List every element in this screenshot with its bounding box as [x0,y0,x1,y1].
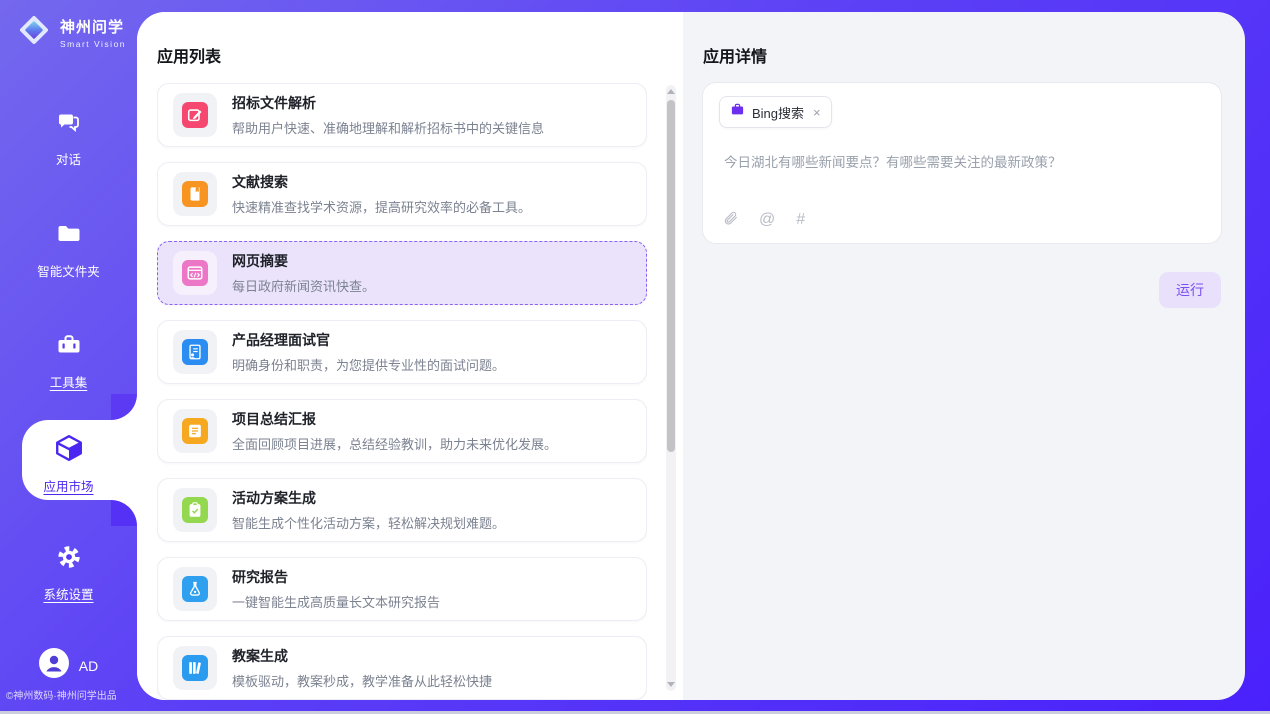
sidebar-item-label: 对话 [56,149,81,168]
app-icon-wrap [173,567,217,611]
app-icon-wrap [173,488,217,532]
tool-chip-bing-search[interactable]: Bing搜索 × [719,96,832,128]
app-icon-wrap [173,330,217,374]
main-content: 应用列表 招标文件解析 帮助用户快速、准确地理解和解析招标书中的关键信息 [137,12,1245,700]
app-title: 网页摘要 [232,251,375,271]
app-list-panel: 应用列表 招标文件解析 帮助用户快速、准确地理解和解析招标书中的关键信息 [137,12,683,700]
toolbox-icon [55,331,83,364]
app-desc: 快速精准查找学术资源，提高研究效率的必备工具。 [232,197,531,216]
scroll-down-arrow[interactable] [667,682,675,687]
gear-icon [55,543,83,576]
app-title: 文献搜索 [232,172,531,192]
app-icon-wrap [173,409,217,453]
app-title: 研究报告 [232,567,440,587]
attachment-toolbar: @ # [723,210,805,230]
close-icon[interactable]: × [813,105,821,120]
clipboard-check-icon [182,497,208,523]
sidebar-item-label: 工具集 [50,372,88,391]
app-card-web-summary[interactable]: 网页摘要 每日政府新闻资讯快查。 [157,241,647,305]
app-icon-wrap [173,646,217,690]
books-icon [182,655,208,681]
avatar [39,648,69,683]
web-code-icon [182,260,208,286]
app-list-title: 应用列表 [157,43,221,67]
book-icon [182,181,208,207]
edit-square-icon [182,102,208,128]
sidebar-item-label: 系统设置 [43,584,93,603]
app-desc: 智能生成个性化活动方案，轻松解决规划难题。 [232,513,505,532]
scrollbar-thumb[interactable] [667,100,675,452]
app-desc: 每日政府新闻资讯快查。 [232,276,375,295]
sidebar: 神州问学 Smart Vision 对话 智能文件夹 [0,0,137,714]
app-desc: 模板驱动，教案秒成，教学准备从此轻松快捷 [232,671,492,690]
blob-curve-bottom [111,500,137,526]
app-icon-wrap [173,93,217,137]
app-detail-title: 应用详情 [703,43,767,67]
sidebar-item-label: 智能文件夹 [37,261,100,280]
app-icon-wrap [173,251,217,295]
cube-icon [54,433,84,468]
research-icon [182,576,208,602]
app-title: 项目总结汇报 [232,409,557,429]
app-card-bid-analysis[interactable]: 招标文件解析 帮助用户快速、准确地理解和解析招标书中的关键信息 [157,83,647,147]
sidebar-item-settings[interactable]: 系统设置 [0,543,137,603]
sidebar-item-smart-folder[interactable]: 智能文件夹 [0,220,137,280]
app-card-pm-interviewer[interactable]: 产品经理面试官 明确身份和职责，为您提供专业性的面试问题。 [157,320,647,384]
prompt-card[interactable]: Bing搜索 × 今日湖北有哪些新闻要点？有哪些需要关注的最新政策？ @ # [702,82,1222,244]
hashtag-icon[interactable]: # [796,212,805,228]
app-card-event-plan[interactable]: 活动方案生成 智能生成个性化活动方案，轻松解决规划难题。 [157,478,647,542]
note-icon [182,418,208,444]
app-desc: 帮助用户快速、准确地理解和解析招标书中的关键信息 [232,118,544,137]
app-card-project-summary[interactable]: 项目总结汇报 全面回顾项目进展，总结经验教训，助力未来优化发展。 [157,399,647,463]
app-title: 活动方案生成 [232,488,505,508]
app-desc: 一键智能生成高质量长文本研究报告 [232,592,440,611]
app-card-literature-search[interactable]: 文献搜索 快速精准查找学术资源，提高研究效率的必备工具。 [157,162,647,226]
logo-diamond-icon [15,11,53,54]
paperclip-icon[interactable] [723,210,738,230]
scroll-up-arrow[interactable] [667,89,675,94]
briefcase-icon [730,102,745,122]
user-account[interactable]: AD [0,648,137,683]
doc-person-icon [182,339,208,365]
app-list: 招标文件解析 帮助用户快速、准确地理解和解析招标书中的关键信息 文献搜索 快速精… [157,82,647,700]
tool-chip-label: Bing搜索 [752,103,804,122]
sidebar-item-app-market[interactable]: 应用市场 [0,433,137,495]
logo-subtitle: Smart Vision [60,39,126,49]
chat-icon [55,108,83,141]
app-title: 产品经理面试官 [232,330,505,350]
app-card-lesson-plan[interactable]: 教案生成 模板驱动，教案秒成，教学准备从此轻松快捷 [157,636,647,700]
app-logo: 神州问学 Smart Vision [15,11,126,54]
logo-title: 神州问学 [60,16,126,37]
sidebar-item-chat[interactable]: 对话 [0,108,137,168]
blob-curve-top [111,394,137,420]
copyright-text: ©神州数码·神州问学出品 [6,687,137,702]
app-card-research-report[interactable]: 研究报告 一键智能生成高质量长文本研究报告 [157,557,647,621]
list-scrollbar[interactable] [666,85,676,691]
app-desc: 全面回顾项目进展，总结经验教训，助力未来优化发展。 [232,434,557,453]
sidebar-item-toolbox[interactable]: 工具集 [0,331,137,391]
query-input[interactable]: 今日湖北有哪些新闻要点？有哪些需要关注的最新政策？ [724,151,1201,171]
folder-icon [55,220,83,253]
user-initials: AD [79,658,98,674]
app-detail-panel: 应用详情 Bing搜索 × 今日湖北有哪些新闻要点？有哪些需要关注的最新政策？ [683,12,1245,700]
app-icon-wrap [173,172,217,216]
app-desc: 明确身份和职责，为您提供专业性的面试问题。 [232,355,505,374]
sidebar-item-label: 应用市场 [43,476,93,495]
mention-icon[interactable]: @ [759,212,775,228]
app-title: 教案生成 [232,646,492,666]
app-title: 招标文件解析 [232,93,544,113]
run-button[interactable]: 运行 [1159,272,1221,308]
